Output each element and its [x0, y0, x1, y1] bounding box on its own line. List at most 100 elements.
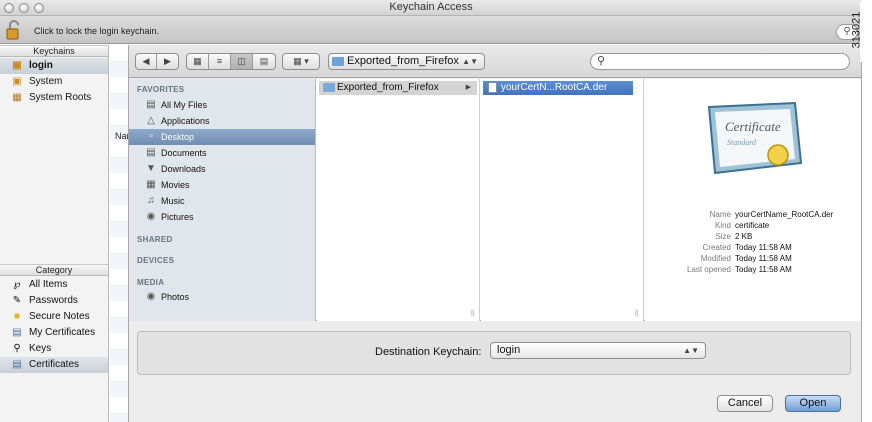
place-label: Desktop [161, 132, 195, 142]
place-documents[interactable]: ▤ Documents [129, 145, 315, 161]
search-input[interactable]: ⚲ [590, 53, 850, 70]
sidebar-item-label: All Items [29, 279, 68, 290]
place-label: Applications [161, 116, 210, 126]
certificate-subtitle-text: Standard [727, 138, 757, 147]
certificate-icon: ▤ [12, 359, 22, 370]
toolbar: Click to lock the login keychain. ⚲ [0, 16, 862, 44]
lock-icon[interactable] [6, 19, 20, 41]
info-row-last-opened: Last opened Today 11:58 AM [645, 264, 861, 275]
info-row-name: Name yourCertName_RootCA.der [645, 209, 861, 220]
browser-column-2: yourCertN...RootCA.der || [481, 79, 644, 321]
sheet-footer: Destination Keychain: login ▲▼ Cancel Op… [129, 322, 861, 422]
sidebar-item-keys[interactable]: ⚲ Keys [0, 341, 108, 357]
certificate-icon: ▤ [12, 327, 22, 338]
destination-panel: Destination Keychain: login ▲▼ [137, 331, 851, 375]
sidebar: Keychains ▣ login ▣ System ▦ System Root… [0, 45, 109, 422]
file-item-label: yourCertN...RootCA.der [501, 82, 608, 93]
cancel-button[interactable]: Cancel [717, 395, 773, 412]
back-icon[interactable]: ◀ [136, 54, 157, 69]
disclosure-arrow-icon: ▶ [465, 84, 471, 91]
info-value: Today 11:58 AM [735, 254, 792, 263]
keychain-access-window: Keychain Access Click to lock the login … [0, 0, 862, 422]
folder-icon: ▦ [12, 92, 22, 103]
places-sidebar: FAVORITES ▤ All My Files △ Applications ▫ D… [129, 79, 316, 321]
files-icon: ▤ [146, 99, 156, 110]
info-row-size: Size 2 KB [645, 231, 861, 242]
shared-header: SHARED [137, 235, 173, 244]
window-title: Keychain Access [389, 1, 473, 13]
document-icon [488, 82, 497, 93]
place-applications[interactable]: △ Applications [129, 113, 315, 129]
open-button[interactable]: Open [785, 395, 841, 412]
sidebar-item-label: My Certificates [29, 327, 96, 338]
place-all-my-files[interactable]: ▤ All My Files [129, 97, 315, 113]
devices-header: DEVICES [137, 256, 175, 265]
download-icon: ▼ [146, 163, 156, 174]
forward-icon[interactable]: ▶ [157, 54, 178, 69]
sidebar-item-my-certificates[interactable]: ▤ My Certificates [0, 325, 108, 341]
file-item[interactable]: yourCertN...RootCA.der [483, 81, 633, 95]
info-row-created: Created Today 11:58 AM [645, 242, 861, 253]
info-key: Created [702, 243, 731, 252]
info-key: Size [715, 232, 731, 241]
location-popup[interactable]: Exported_from_Firefox ▲▼ [328, 53, 485, 70]
back-forward-buttons[interactable]: ◀ ▶ [135, 53, 179, 70]
folder-icon [323, 83, 335, 92]
destination-value: login [497, 344, 521, 356]
place-downloads[interactable]: ▼ Downloads [129, 161, 315, 177]
place-movies[interactable]: ▦ Movies [129, 177, 315, 193]
place-photos[interactable]: ◉ Photos [129, 289, 315, 305]
file-browser: FAVORITES ▤ All My Files △ Applications ▫ D… [129, 79, 861, 321]
sidebar-item-label: Passwords [29, 295, 78, 306]
sidebar-item-login[interactable]: ▣ login [0, 58, 108, 74]
item-list[interactable] [110, 45, 128, 422]
coverflow-view-icon[interactable]: ▤ [253, 54, 275, 69]
category-header: Category [0, 264, 108, 276]
folder-icon [332, 57, 344, 66]
popup-arrows-icon: ▲▼ [462, 57, 478, 66]
place-label: Pictures [161, 212, 194, 222]
sidebar-item-all-items[interactable]: ℘ All Items [0, 277, 108, 293]
info-key: Modified [700, 254, 731, 263]
destination-keychain-select[interactable]: login ▲▼ [490, 342, 706, 359]
documents-icon: ▤ [146, 147, 156, 158]
sidebar-item-secure-notes[interactable]: ■ Secure Notes [0, 309, 108, 325]
location-popup-label: Exported_from_Firefox [347, 55, 459, 67]
column-resize-handle[interactable]: || [635, 310, 639, 317]
media-header: MEDIA [137, 278, 165, 287]
folder-item[interactable]: Exported_from_Firefox ▶ [319, 81, 477, 95]
arrange-button[interactable]: ▦ ▾ [282, 53, 320, 70]
column-resize-handle[interactable]: || [471, 310, 475, 317]
column-view-icon[interactable]: ◫ [231, 54, 253, 69]
sidebar-item-system-roots[interactable]: ▦ System Roots [0, 90, 108, 106]
folder-item-label: Exported_from_Firefox [337, 82, 439, 93]
seal-icon [767, 144, 789, 166]
keys-icon: ℘ [13, 279, 21, 290]
sidebar-item-certificates[interactable]: ▤ Certificates [0, 357, 108, 373]
sidebar-item-label: login [29, 60, 53, 71]
sidebar-item-passwords[interactable]: ✎ Passwords [0, 293, 108, 309]
figure-id-text: 313021 [850, 11, 863, 49]
sheet-toolbar: ◀ ▶ ▦ ≡ ◫ ▤ ▦ ▾ Exported_from_Firefox ▲▼ ⚲ [129, 45, 861, 78]
favorites-header: FAVORITES [137, 85, 185, 94]
sidebar-item-label: Keys [29, 343, 52, 354]
list-view-icon[interactable]: ≡ [209, 54, 231, 69]
view-mode-buttons[interactable]: ▦ ≡ ◫ ▤ [186, 53, 276, 70]
sidebar-item-label: Secure Notes [29, 311, 90, 322]
place-label: Movies [161, 180, 190, 190]
lock-status-text[interactable]: Click to lock the login keychain. [34, 26, 159, 36]
place-pictures[interactable]: ◉ Pictures [129, 209, 315, 225]
info-key: Name [709, 210, 731, 219]
place-label: Photos [161, 292, 190, 302]
sidebar-item-system[interactable]: ▣ System [0, 74, 108, 90]
lock-icon: ▣ [12, 76, 22, 87]
icon-view-icon[interactable]: ▦ [187, 54, 209, 69]
title-bar[interactable]: Keychain Access [0, 0, 862, 16]
place-music[interactable]: ♫ Music [129, 193, 315, 209]
place-label: All My Files [161, 100, 208, 110]
info-value: 2 KB [735, 232, 753, 241]
applications-icon: △ [147, 115, 155, 126]
popup-arrows-icon: ▲▼ [683, 346, 699, 355]
place-desktop[interactable]: ▫ Desktop [129, 129, 315, 145]
certificate-title-text: Certificate [725, 119, 781, 134]
